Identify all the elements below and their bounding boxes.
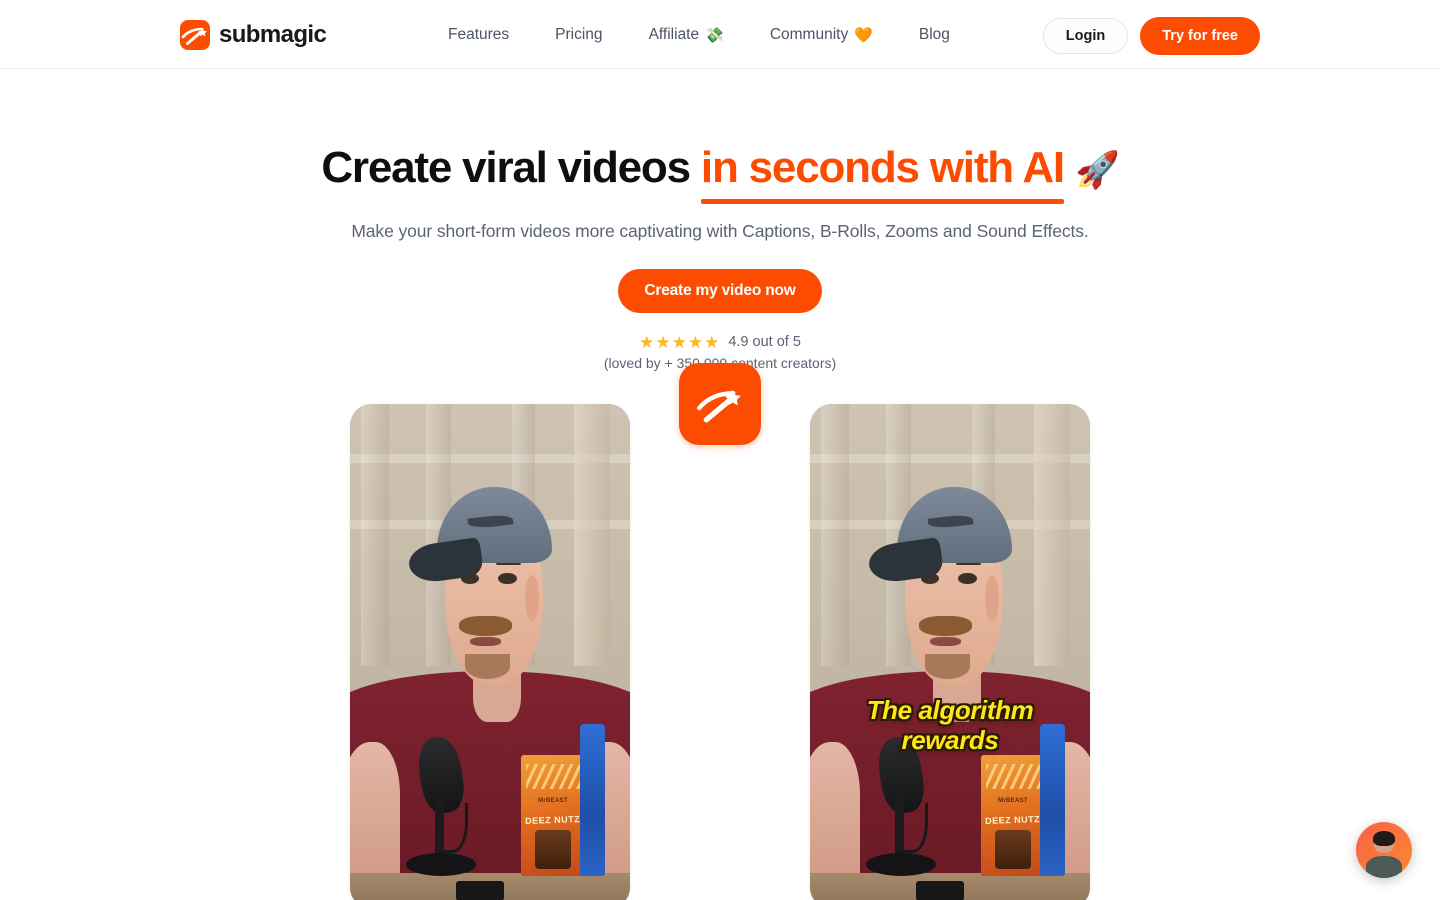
person-beard bbox=[924, 653, 970, 679]
wall-stud bbox=[574, 403, 611, 667]
orange-heart-icon: 🧡 bbox=[854, 26, 873, 44]
video-comparison: MrBEAST DEEZ NUTZ MrBEAST DEEZ NUTZ The … bbox=[0, 362, 1440, 900]
wall-stud bbox=[361, 403, 390, 667]
person-mustache bbox=[459, 615, 513, 636]
headline-plain: Create viral videos bbox=[321, 143, 691, 192]
person-ear bbox=[525, 575, 539, 621]
money-wings-icon: 💸 bbox=[705, 26, 724, 44]
nav-label: Pricing bbox=[555, 25, 603, 43]
page-title: Create viral videos in seconds with AI 🚀 bbox=[0, 143, 1440, 204]
star-icon: ★ bbox=[671, 332, 687, 352]
nav-item-features[interactable]: Features bbox=[448, 26, 509, 44]
brand-name: submagic bbox=[219, 21, 327, 48]
remote-control bbox=[916, 880, 964, 900]
create-my-video-button[interactable]: Create my video now bbox=[618, 268, 822, 313]
nav-item-community[interactable]: Community 🧡 bbox=[770, 26, 873, 44]
main-nav: Features Pricing Affiliate 💸 Community 🧡… bbox=[448, 0, 950, 69]
person-eye bbox=[498, 572, 517, 584]
package-art bbox=[534, 829, 572, 869]
nav-item-pricing[interactable]: Pricing bbox=[555, 26, 602, 44]
microphone-base bbox=[406, 853, 476, 876]
avatar-body bbox=[1366, 855, 1402, 878]
nav-label: Features bbox=[448, 25, 510, 43]
nav-item-blog[interactable]: Blog bbox=[919, 26, 950, 44]
package-name-text: DEEZ NUTZ bbox=[985, 814, 1041, 827]
hero-cta-wrap: Create my video now bbox=[0, 268, 1440, 313]
video-caption-overlay: The algorithm rewards bbox=[810, 696, 1090, 754]
package-brand-text: MrBEAST bbox=[998, 798, 1028, 805]
before-video[interactable]: MrBEAST DEEZ NUTZ bbox=[350, 403, 630, 900]
magic-wand-icon bbox=[180, 20, 210, 50]
wall-stud bbox=[821, 403, 850, 667]
rocket-icon: 🚀 bbox=[1075, 149, 1120, 190]
package-art bbox=[994, 829, 1032, 869]
drink-bottle bbox=[579, 724, 605, 876]
person-eye bbox=[958, 572, 977, 584]
video-frame-content: MrBEAST DEEZ NUTZ The algorithm rewards bbox=[810, 403, 1090, 900]
rating-score: 4.9 out of 5 bbox=[728, 334, 801, 351]
nav-item-affiliate[interactable]: Affiliate 💸 bbox=[649, 26, 724, 44]
person-mustache bbox=[919, 615, 973, 636]
video-frame-content: MrBEAST DEEZ NUTZ bbox=[350, 403, 630, 900]
site-header: submagic Features Pricing Affiliate 💸 Co… bbox=[0, 0, 1440, 69]
package-brand-text: MrBEAST bbox=[538, 798, 568, 805]
nav-label: Blog bbox=[918, 25, 950, 43]
headline-accent: in seconds with AI bbox=[700, 143, 1065, 204]
avatar-hair bbox=[1372, 830, 1396, 846]
microphone-base bbox=[866, 853, 936, 876]
star-icon: ★ bbox=[704, 332, 720, 352]
package-name-text: DEEZ NUTZ bbox=[525, 814, 581, 827]
star-icon: ★ bbox=[655, 332, 671, 352]
nav-label: Community bbox=[769, 25, 849, 43]
rating-row: ★ ★ ★ ★ ★ 4.9 out of 5 bbox=[639, 334, 801, 351]
product-package: MrBEAST DEEZ NUTZ bbox=[980, 754, 1046, 876]
login-button[interactable]: Login bbox=[1042, 18, 1129, 54]
product-package: MrBEAST DEEZ NUTZ bbox=[520, 754, 586, 876]
hero-section: Create viral videos in seconds with AI 🚀… bbox=[0, 143, 1440, 900]
caption-line-1: The algorithm bbox=[866, 695, 1034, 726]
try-for-free-button[interactable]: Try for free bbox=[1140, 17, 1260, 55]
person-arm bbox=[350, 741, 401, 874]
remote-control bbox=[456, 880, 504, 900]
wall-stud bbox=[1034, 403, 1071, 667]
caption-line-2: rewards bbox=[901, 724, 999, 755]
nav-label: Affiliate bbox=[648, 25, 700, 43]
header-actions: Login Try for free bbox=[1042, 17, 1260, 55]
hero-subtitle: Make your short-form videos more captiva… bbox=[351, 220, 1089, 241]
magic-wand-icon bbox=[679, 362, 761, 445]
person-mouth bbox=[470, 636, 502, 646]
star-icon: ★ bbox=[639, 332, 655, 352]
support-avatar-button[interactable] bbox=[1356, 822, 1412, 878]
person-ear bbox=[985, 575, 999, 621]
star-rating: ★ ★ ★ ★ ★ bbox=[639, 334, 719, 351]
person-mouth bbox=[930, 636, 962, 646]
brand-logo[interactable]: submagic bbox=[180, 20, 327, 50]
person-arm bbox=[810, 741, 861, 874]
after-video[interactable]: MrBEAST DEEZ NUTZ The algorithm rewards bbox=[810, 403, 1090, 900]
person-beard bbox=[464, 653, 510, 679]
star-icon: ★ bbox=[687, 332, 704, 352]
